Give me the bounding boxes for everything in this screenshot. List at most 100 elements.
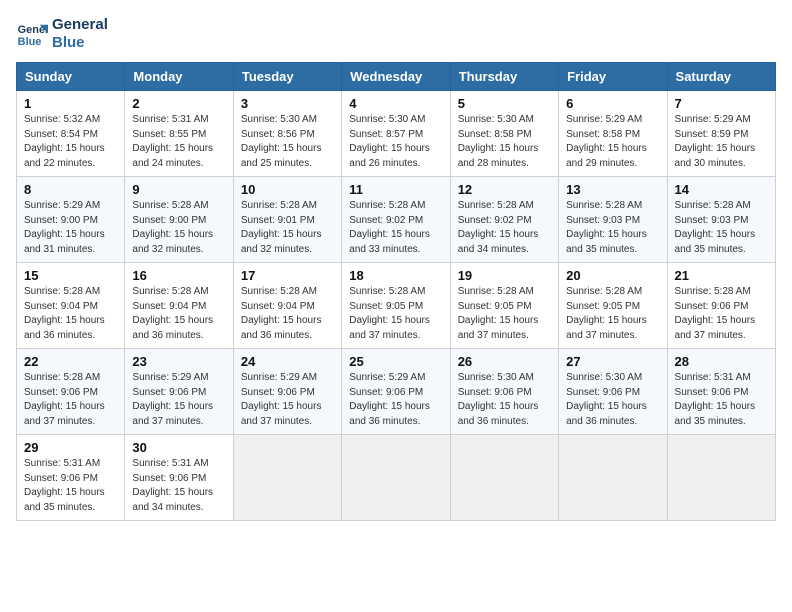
- calendar-cell: 24 Sunrise: 5:29 AMSunset: 9:06 PMDayligh…: [233, 349, 341, 435]
- logo-subtext: Blue: [52, 34, 108, 52]
- calendar-cell: 14 Sunrise: 5:28 AMSunset: 9:03 PMDayligh…: [667, 177, 775, 263]
- day-number: 1: [24, 96, 117, 111]
- day-content: Sunrise: 5:28 AMSunset: 9:02 PMDaylight:…: [458, 199, 551, 257]
- day-number: 7: [675, 96, 768, 111]
- day-content: Sunrise: 5:29 AMSunset: 9:06 PMDaylight:…: [241, 371, 334, 429]
- day-content: Sunrise: 5:28 AMSunset: 9:05 PMDaylight:…: [566, 285, 659, 343]
- day-content: Sunrise: 5:28 AMSunset: 9:06 PMDaylight:…: [24, 371, 117, 429]
- day-content: Sunrise: 5:28 AMSunset: 9:02 PMDaylight:…: [349, 199, 442, 257]
- day-number: 19: [458, 268, 551, 283]
- calendar-cell: 28Sunrise: 5:31 AMSunset: 9:06 PMDayligh…: [667, 349, 775, 435]
- calendar-cell: 12 Sunrise: 5:28 AMSunset: 9:02 PMDayligh…: [450, 177, 558, 263]
- day-content: Sunrise: 5:28 AMSunset: 9:05 PMDaylight:…: [349, 285, 442, 343]
- day-content: Sunrise: 5:29 AMSunset: 8:58 PMDaylight:…: [566, 113, 659, 171]
- day-content: Sunrise: 5:30 AMSunset: 9:06 PMDaylight:…: [458, 371, 551, 429]
- calendar-cell: [342, 435, 450, 521]
- calendar-table: SundayMondayTuesdayWednesdayThursdayFrid…: [16, 62, 776, 521]
- calendar-cell: 7 Sunrise: 5:29 AMSunset: 8:59 PMDaylight…: [667, 91, 775, 177]
- day-content: Sunrise: 5:28 AMSunset: 9:00 PMDaylight:…: [132, 199, 225, 257]
- day-content: Sunrise: 5:28 AMSunset: 9:05 PMDaylight:…: [458, 285, 551, 343]
- day-content: Sunrise: 5:30 AMSunset: 8:58 PMDaylight:…: [458, 113, 551, 171]
- day-content: Sunrise: 5:32 AMSunset: 8:54 PMDaylight:…: [24, 113, 117, 171]
- day-number: 8: [24, 182, 117, 197]
- weekday-header-tuesday: Tuesday: [233, 63, 341, 91]
- day-content: Sunrise: 5:28 AMSunset: 9:03 PMDaylight:…: [675, 199, 768, 257]
- calendar-cell: [233, 435, 341, 521]
- day-number: 27: [566, 354, 659, 369]
- day-number: 23: [132, 354, 225, 369]
- day-content: Sunrise: 5:31 AMSunset: 8:55 PMDaylight:…: [132, 113, 225, 171]
- calendar-cell: [667, 435, 775, 521]
- day-number: 30: [132, 440, 225, 455]
- day-number: 13: [566, 182, 659, 197]
- calendar-cell: 17 Sunrise: 5:28 AMSunset: 9:04 PMDayligh…: [233, 263, 341, 349]
- calendar-cell: 2 Sunrise: 5:31 AMSunset: 8:55 PMDaylight…: [125, 91, 233, 177]
- calendar-cell: 1 Sunrise: 5:32 AMSunset: 8:54 PMDaylight…: [17, 91, 125, 177]
- weekday-header-friday: Friday: [559, 63, 667, 91]
- logo-icon: General Blue: [16, 18, 48, 50]
- calendar-cell: 9 Sunrise: 5:28 AMSunset: 9:00 PMDaylight…: [125, 177, 233, 263]
- day-number: 15: [24, 268, 117, 283]
- day-content: Sunrise: 5:28 AMSunset: 9:03 PMDaylight:…: [566, 199, 659, 257]
- day-content: Sunrise: 5:29 AMSunset: 9:06 PMDaylight:…: [349, 371, 442, 429]
- calendar-cell: 23 Sunrise: 5:29 AMSunset: 9:06 PMDayligh…: [125, 349, 233, 435]
- day-content: Sunrise: 5:30 AMSunset: 8:57 PMDaylight:…: [349, 113, 442, 171]
- calendar-cell: 10 Sunrise: 5:28 AMSunset: 9:01 PMDayligh…: [233, 177, 341, 263]
- day-number: 9: [132, 182, 225, 197]
- day-content: Sunrise: 5:30 AMSunset: 9:06 PMDaylight:…: [566, 371, 659, 429]
- day-content: Sunrise: 5:31 AMSunset: 9:06 PMDaylight:…: [24, 457, 117, 515]
- day-number: 14: [675, 182, 768, 197]
- day-number: 18: [349, 268, 442, 283]
- day-number: 20: [566, 268, 659, 283]
- weekday-header-thursday: Thursday: [450, 63, 558, 91]
- day-number: 5: [458, 96, 551, 111]
- day-number: 10: [241, 182, 334, 197]
- day-number: 6: [566, 96, 659, 111]
- day-content: Sunrise: 5:28 AMSunset: 9:01 PMDaylight:…: [241, 199, 334, 257]
- day-content: Sunrise: 5:28 AMSunset: 9:04 PMDaylight:…: [241, 285, 334, 343]
- day-content: Sunrise: 5:30 AMSunset: 8:56 PMDaylight:…: [241, 113, 334, 171]
- calendar-cell: 6 Sunrise: 5:29 AMSunset: 8:58 PMDaylight…: [559, 91, 667, 177]
- calendar-cell: 27 Sunrise: 5:30 AMSunset: 9:06 PMDayligh…: [559, 349, 667, 435]
- day-number: 25: [349, 354, 442, 369]
- calendar-cell: 21 Sunrise: 5:28 AMSunset: 9:06 PMDayligh…: [667, 263, 775, 349]
- weekday-header-wednesday: Wednesday: [342, 63, 450, 91]
- calendar-cell: 13 Sunrise: 5:28 AMSunset: 9:03 PMDayligh…: [559, 177, 667, 263]
- day-number: 28: [675, 354, 768, 369]
- calendar-cell: 19 Sunrise: 5:28 AMSunset: 9:05 PMDayligh…: [450, 263, 558, 349]
- calendar-cell: 15 Sunrise: 5:28 AMSunset: 9:04 PMDayligh…: [17, 263, 125, 349]
- day-number: 26: [458, 354, 551, 369]
- day-number: 21: [675, 268, 768, 283]
- calendar-cell: 29Sunrise: 5:31 AMSunset: 9:06 PMDayligh…: [17, 435, 125, 521]
- day-number: 2: [132, 96, 225, 111]
- calendar-cell: 18 Sunrise: 5:28 AMSunset: 9:05 PMDayligh…: [342, 263, 450, 349]
- day-number: 17: [241, 268, 334, 283]
- calendar-cell: 16 Sunrise: 5:28 AMSunset: 9:04 PMDayligh…: [125, 263, 233, 349]
- calendar-cell: 8Sunrise: 5:29 AMSunset: 9:00 PMDaylight…: [17, 177, 125, 263]
- day-number: 16: [132, 268, 225, 283]
- calendar-cell: 22 Sunrise: 5:28 AMSunset: 9:06 PMDayligh…: [17, 349, 125, 435]
- day-content: Sunrise: 5:31 AMSunset: 9:06 PMDaylight:…: [132, 457, 225, 515]
- day-number: 11: [349, 182, 442, 197]
- day-number: 22: [24, 354, 117, 369]
- calendar-cell: [450, 435, 558, 521]
- logo-text: General: [52, 16, 108, 34]
- calendar-cell: 25 Sunrise: 5:29 AMSunset: 9:06 PMDayligh…: [342, 349, 450, 435]
- day-number: 4: [349, 96, 442, 111]
- day-content: Sunrise: 5:29 AMSunset: 9:06 PMDaylight:…: [132, 371, 225, 429]
- calendar-cell: 4 Sunrise: 5:30 AMSunset: 8:57 PMDaylight…: [342, 91, 450, 177]
- weekday-header-saturday: Saturday: [667, 63, 775, 91]
- day-content: Sunrise: 5:28 AMSunset: 9:06 PMDaylight:…: [675, 285, 768, 343]
- calendar-cell: 5 Sunrise: 5:30 AMSunset: 8:58 PMDaylight…: [450, 91, 558, 177]
- calendar-cell: [559, 435, 667, 521]
- day-content: Sunrise: 5:28 AMSunset: 9:04 PMDaylight:…: [132, 285, 225, 343]
- day-content: Sunrise: 5:29 AMSunset: 8:59 PMDaylight:…: [675, 113, 768, 171]
- svg-text:Blue: Blue: [18, 36, 42, 48]
- calendar-cell: 3Sunrise: 5:30 AMSunset: 8:56 PMDaylight…: [233, 91, 341, 177]
- page-header: General Blue General Blue: [16, 16, 776, 52]
- day-number: 12: [458, 182, 551, 197]
- calendar-cell: 20 Sunrise: 5:28 AMSunset: 9:05 PMDayligh…: [559, 263, 667, 349]
- day-number: 24: [241, 354, 334, 369]
- day-content: Sunrise: 5:28 AMSunset: 9:04 PMDaylight:…: [24, 285, 117, 343]
- calendar-cell: 26 Sunrise: 5:30 AMSunset: 9:06 PMDayligh…: [450, 349, 558, 435]
